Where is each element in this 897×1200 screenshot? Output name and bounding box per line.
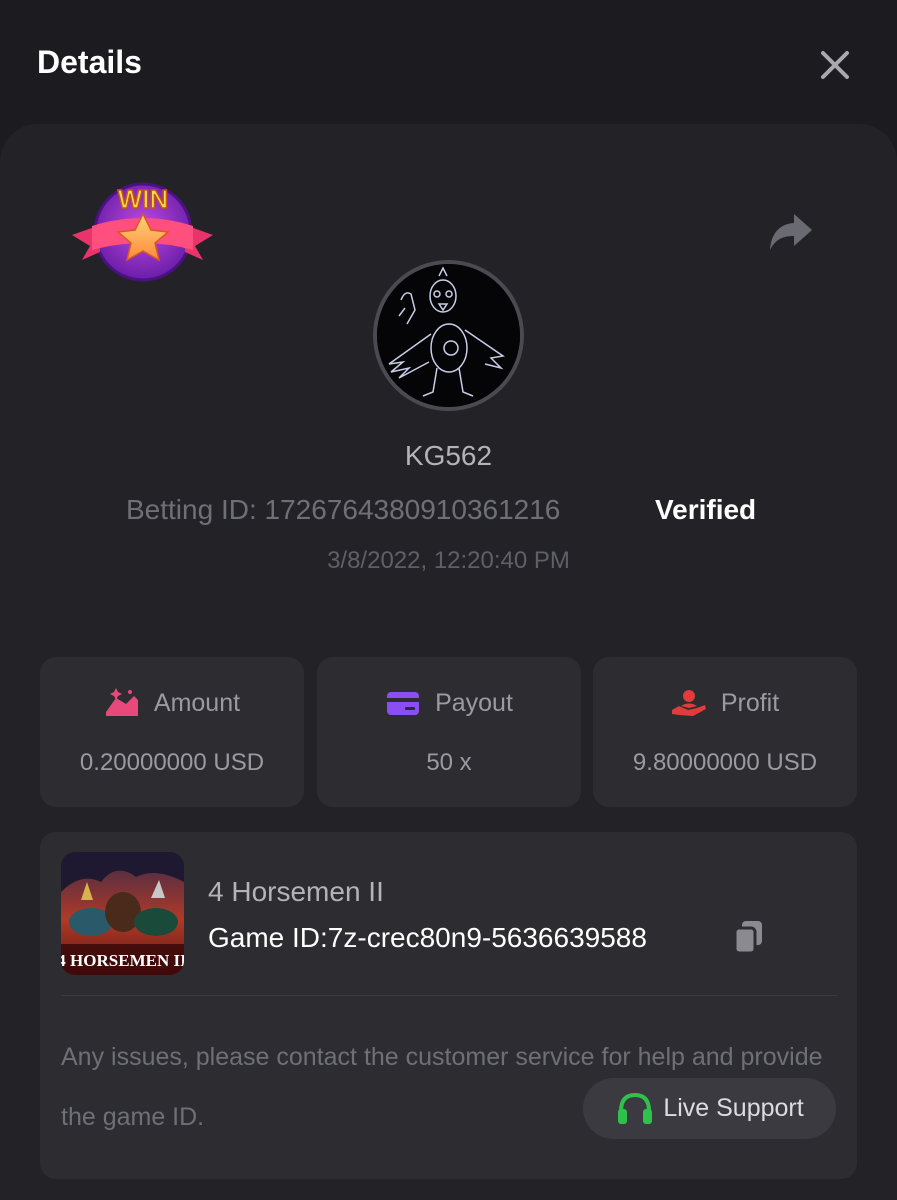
divider	[61, 995, 837, 996]
copy-icon[interactable]	[732, 919, 766, 955]
betting-id: Betting ID: 1726764380910361216	[126, 494, 561, 525]
live-support-label: Live Support	[663, 1094, 804, 1122]
game-thumbnail[interactable]: 4 HORSEMEN II	[61, 852, 184, 975]
share-icon[interactable]	[768, 210, 814, 252]
page-title: Details	[37, 44, 142, 80]
header: Details	[0, 0, 897, 125]
stat-profit: Profit 9.80000000 USD	[593, 657, 857, 807]
game-id: Game ID:7z-crec80n9-5636639588	[208, 922, 647, 953]
stat-value: 50 x	[426, 749, 472, 776]
stat-value: 0.20000000 USD	[79, 749, 265, 776]
details-page: Details WIN KG562 Betting ID: 1726764380…	[0, 0, 897, 1200]
win-badge-icon: WIN	[72, 182, 213, 282]
card-icon	[387, 692, 420, 715]
stat-label: Amount	[153, 688, 241, 717]
verified-link[interactable]: Verified	[655, 494, 756, 526]
coins-icon	[105, 688, 138, 716]
stat-label: Payout	[435, 688, 513, 717]
stat-payout: Payout 50 x	[317, 657, 581, 807]
win-text: WIN	[118, 184, 169, 214]
hand-profit-icon	[671, 690, 706, 716]
stat-value: 9.80000000 USD	[632, 749, 818, 776]
game-card: 4 HORSEMEN II 4 Horsemen II Game ID:7z-c…	[40, 832, 857, 1179]
stat-label: Profit	[720, 688, 780, 717]
game-name: 4 Horsemen II	[208, 876, 384, 907]
headset-icon	[618, 1092, 653, 1124]
username: KG562	[404, 440, 493, 471]
avatar-illustration	[377, 264, 520, 407]
bet-timestamp: 3/8/2022, 12:20:40 PM	[327, 547, 570, 574]
stat-amount: Amount 0.20000000 USD	[40, 657, 304, 807]
close-icon[interactable]	[814, 44, 856, 86]
live-support-button[interactable]: Live Support	[583, 1078, 836, 1139]
game-thumb-title: 4 HORSEMEN II	[61, 951, 184, 970]
betting-id-row: Betting ID: 1726764380910361216 Verified	[0, 494, 897, 534]
avatar	[373, 260, 524, 411]
